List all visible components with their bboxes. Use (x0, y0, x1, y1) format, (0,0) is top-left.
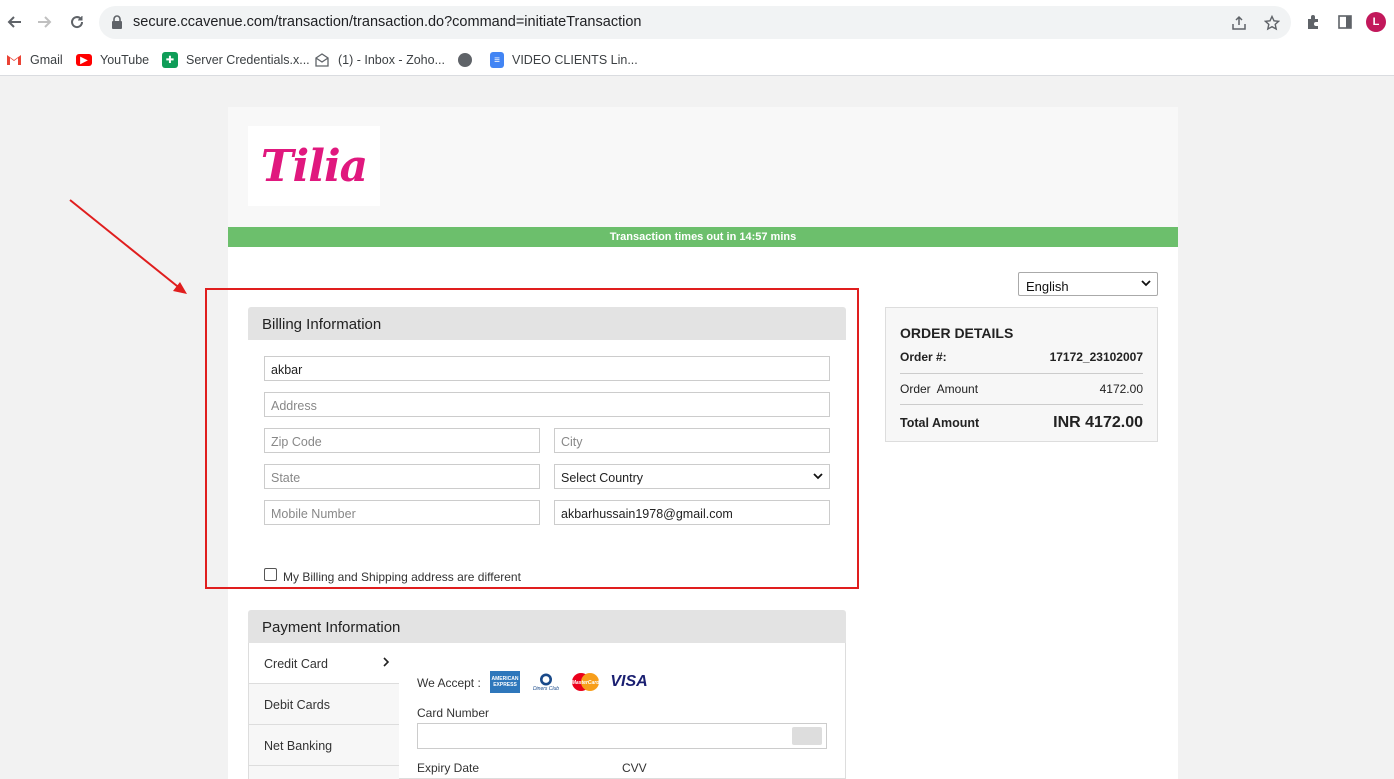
visa-logo: VISA (610, 673, 648, 690)
we-accept-label: We Accept : (417, 676, 481, 690)
address-bar[interactable]: secure.ccavenue.com/transaction/transact… (99, 6, 1291, 39)
mastercard-logo: MasterCard (569, 671, 602, 693)
tab-label: Debit Cards (264, 698, 330, 712)
merchant-logo: Tilia (248, 126, 380, 206)
bookmarks-bar: Gmail ▶ YouTube ✚ Server Credentials.x..… (0, 45, 1394, 76)
total-amount-row: Total Amount INR 4172.00 (900, 414, 1143, 432)
timeout-banner: Transaction times out in 14:57 mins (228, 227, 1178, 247)
globe-icon (458, 53, 472, 67)
gmail-icon (6, 52, 22, 68)
chevron-right-icon (382, 656, 390, 670)
chevron-down-icon (1141, 276, 1151, 290)
expiry-date-label: Expiry Date (417, 761, 480, 775)
card-number-field[interactable] (417, 723, 827, 749)
bookmark-video-clients[interactable]: ≡ VIDEO CLIENTS Lin... (490, 51, 638, 69)
total-amount-value: INR 4172.00 (1053, 414, 1143, 431)
language-selected: English (1026, 279, 1069, 294)
order-details-panel: ORDER DETAILS Order #: 17172_23102007 Or… (885, 307, 1158, 442)
side-panel-icon[interactable] (1335, 12, 1355, 32)
language-select[interactable]: English (1018, 272, 1158, 296)
share-icon[interactable] (1230, 14, 1248, 32)
order-amount-value: 4172.00 (1099, 382, 1143, 396)
total-amount-label: Total Amount (900, 416, 980, 430)
bookmark-youtube[interactable]: ▶ YouTube (76, 51, 149, 69)
order-amount-row: Order Amount 4172.00 (900, 382, 1143, 396)
cvv-label: CVV (622, 761, 647, 775)
bookmark-label: Gmail (30, 53, 63, 67)
back-icon[interactable] (3, 11, 25, 33)
forward-icon[interactable] (34, 11, 56, 33)
tab-net-banking[interactable]: Net Banking (249, 725, 399, 766)
payment-method-tabs: Credit Card Debit Cards Net Banking (249, 643, 399, 779)
youtube-icon: ▶ (76, 54, 92, 66)
bookmark-globe[interactable] (458, 51, 480, 69)
order-number-row: Order #: 17172_23102007 (900, 350, 1143, 364)
bookmark-label: (1) - Inbox - Zoho... (338, 53, 445, 67)
bookmark-label: Server Credentials.x... (186, 53, 310, 67)
payment-body: Credit Card Debit Cards Net Banking We A… (248, 643, 846, 779)
tab-debit-cards[interactable]: Debit Cards (249, 684, 399, 725)
svg-text:MasterCard: MasterCard (572, 680, 600, 686)
browser-toolbar: secure.ccavenue.com/transaction/transact… (0, 0, 1394, 45)
bookmark-server-credentials[interactable]: ✚ Server Credentials.x... (162, 51, 310, 69)
profile-avatar[interactable]: L (1366, 12, 1386, 32)
tab-label: Credit Card (264, 657, 328, 671)
payment-section-header: Payment Information (248, 610, 846, 643)
bookmark-label: VIDEO CLIENTS Lin... (512, 53, 638, 67)
diners-club-logo: Diners Club (530, 671, 562, 693)
tab-credit-card[interactable]: Credit Card (249, 643, 399, 684)
annotation-highlight-box (205, 288, 859, 589)
bookmark-label: YouTube (100, 53, 150, 67)
bookmark-star-icon[interactable] (1263, 14, 1281, 32)
sheets-icon: ✚ (162, 52, 178, 68)
zoho-mail-icon (314, 52, 330, 68)
divider (900, 404, 1143, 405)
merchant-header: Tilia (228, 107, 1178, 227)
bookmark-gmail[interactable]: Gmail (6, 51, 63, 69)
url-text: secure.ccavenue.com/transaction/transact… (133, 14, 642, 30)
card-number-label: Card Number (417, 706, 490, 720)
card-icon (792, 727, 822, 745)
bookmark-zoho-inbox[interactable]: (1) - Inbox - Zoho... (314, 51, 445, 69)
tab-more[interactable] (249, 766, 399, 779)
reload-icon[interactable] (66, 11, 88, 33)
order-details-title: ORDER DETAILS (900, 325, 1014, 341)
lock-icon (112, 15, 122, 29)
order-amount-label: Order Amount (900, 382, 979, 396)
docs-icon: ≡ (490, 52, 504, 68)
extensions-icon[interactable] (1303, 12, 1323, 32)
order-number-value: 17172_23102007 (1049, 350, 1143, 364)
annotation-arrow (69, 199, 187, 294)
amex-logo: AMERICAN EXPRESS (490, 671, 520, 693)
tab-label: Net Banking (264, 739, 333, 753)
divider (900, 373, 1143, 374)
logo-text: Tilia (260, 140, 368, 192)
order-number-label: Order #: (900, 350, 947, 364)
